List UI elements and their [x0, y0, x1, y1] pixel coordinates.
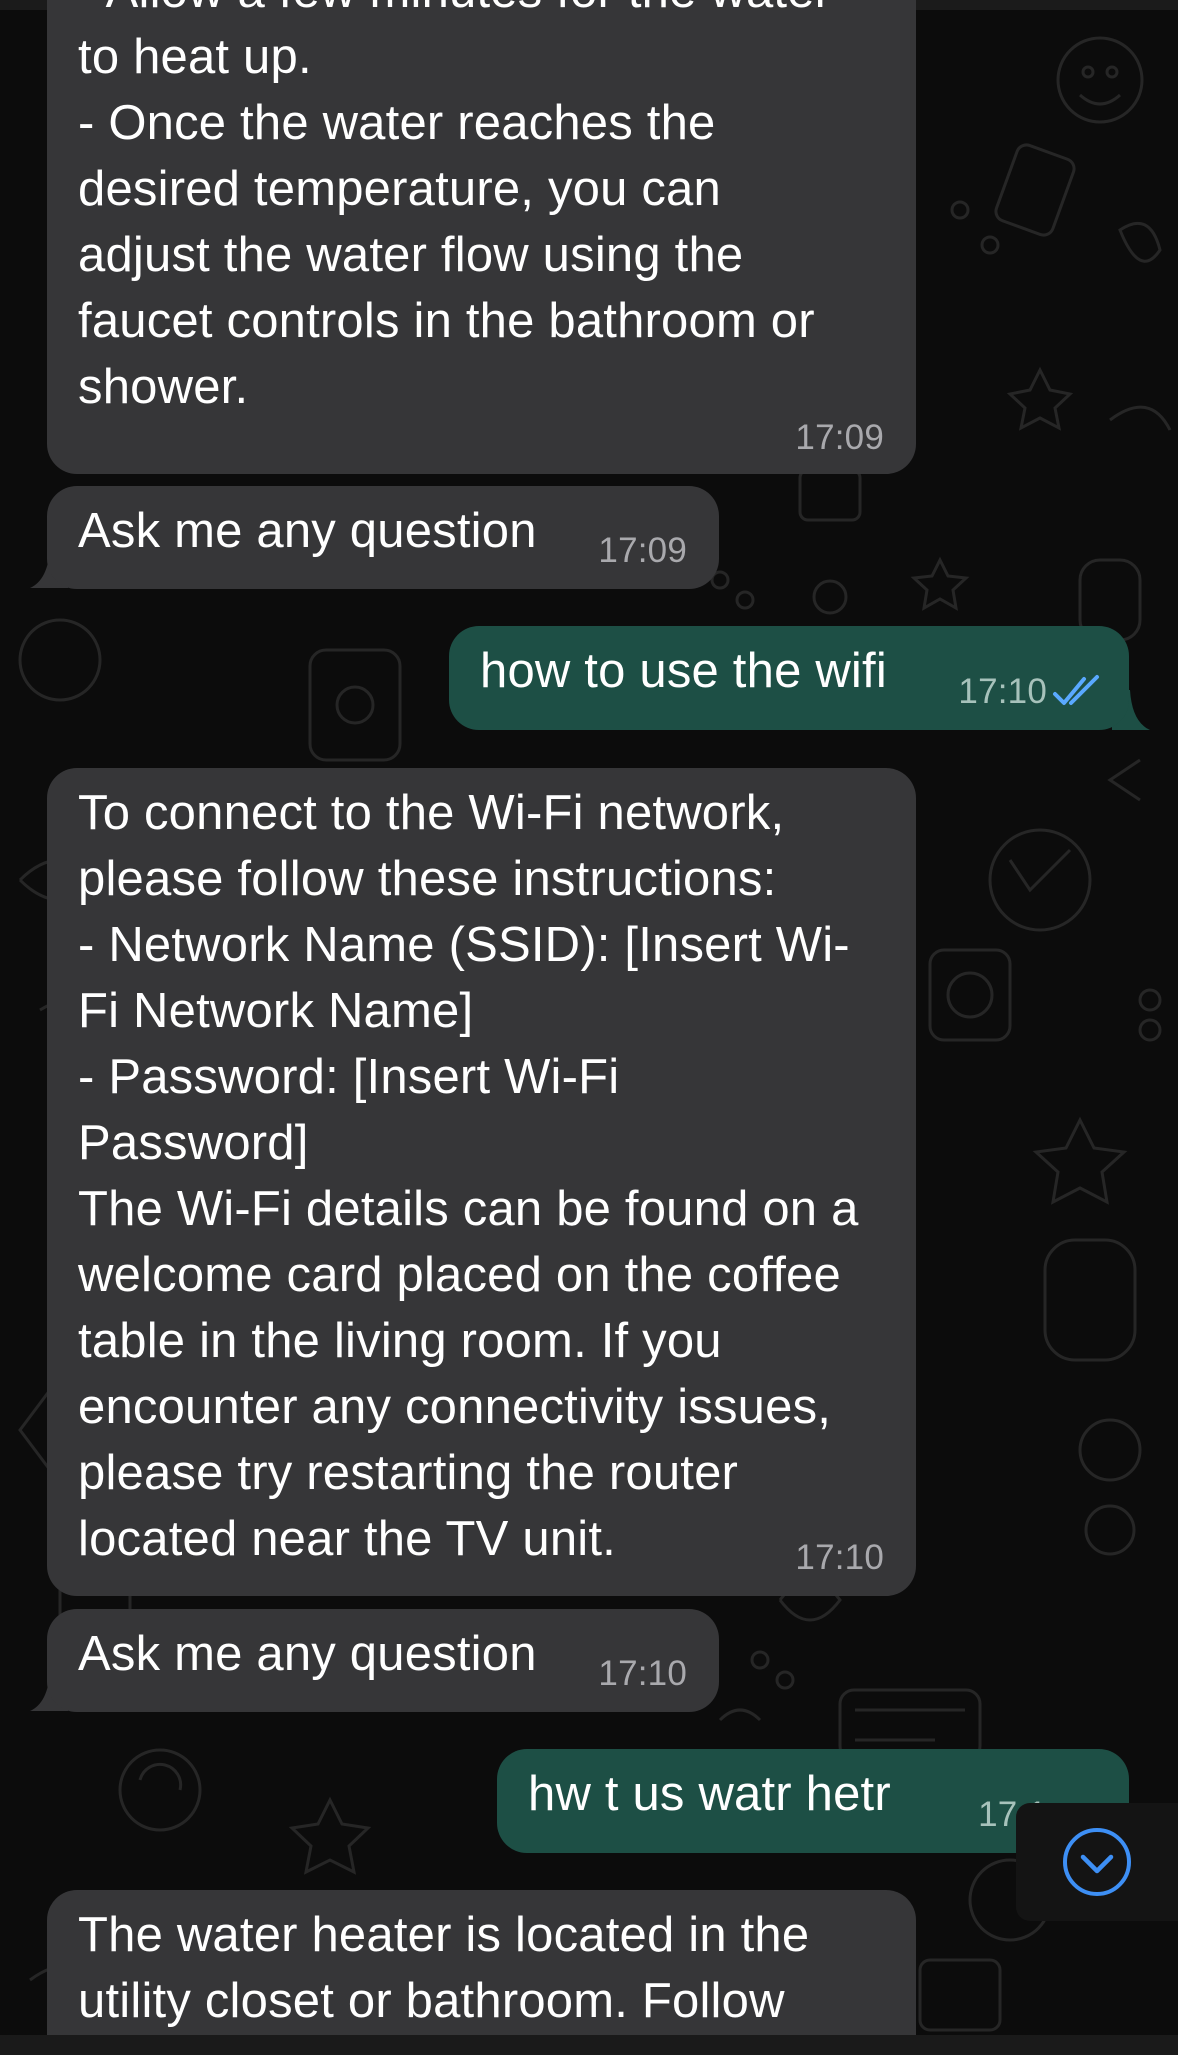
scroll-to-bottom-button[interactable]: [1016, 1803, 1178, 1921]
bottom-edge: [0, 2035, 1178, 2055]
chevron-down-circle-icon: [1063, 1828, 1131, 1896]
incoming-message-bubble[interactable]: - Allow a few minutes for the water to h…: [47, 0, 916, 474]
message-timestamp: 17:09: [795, 418, 884, 457]
message-text: To connect to the Wi-Fi network, please …: [78, 786, 859, 1566]
message-timestamp: 17:10: [598, 1654, 687, 1693]
message-text: Ask me any question: [78, 504, 537, 558]
message-timestamp: 17:10: [958, 672, 1047, 711]
message-timestamp: 17:09: [598, 531, 687, 570]
incoming-message-bubble[interactable]: To connect to the Wi-Fi network, please …: [47, 768, 916, 1596]
chat-screen: - Allow a few minutes for the water to h…: [0, 0, 1178, 2055]
double-check-read-icon: [1053, 675, 1099, 705]
message-text: Ask me any question: [78, 1627, 537, 1681]
incoming-message-bubble[interactable]: Ask me any question 17:09: [47, 486, 719, 589]
incoming-message-bubble[interactable]: The water heater is located in the utili…: [47, 1890, 916, 2055]
message-text: The water heater is located in the utili…: [78, 1908, 810, 2028]
message-timestamp: 17:10: [795, 1538, 884, 1577]
outgoing-message-bubble[interactable]: how to use the wifi 17:10: [449, 626, 1129, 730]
message-text: - Allow a few minutes for the water to h…: [78, 0, 831, 414]
incoming-message-bubble[interactable]: Ask me any question 17:10: [47, 1609, 719, 1712]
